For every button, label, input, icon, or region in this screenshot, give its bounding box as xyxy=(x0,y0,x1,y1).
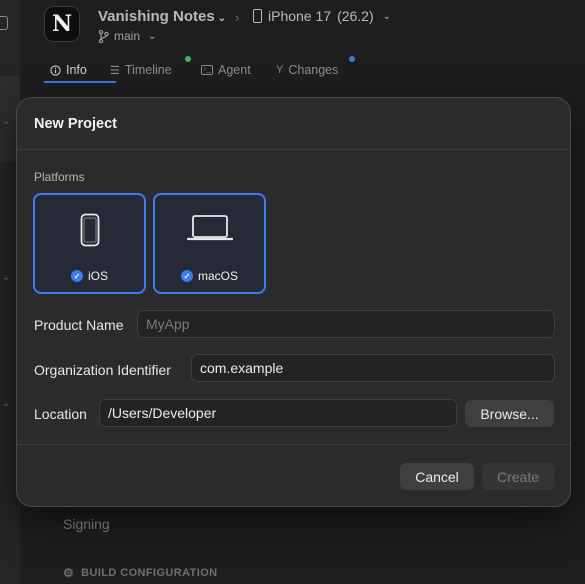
organization-identifier-label: Organization Identifier xyxy=(34,362,171,378)
chevron-down-icon: ⌄ xyxy=(217,13,227,24)
product-name-label: Product Name xyxy=(34,317,124,333)
checkmark-icon: ✓ xyxy=(70,270,83,282)
tab-label: Agent xyxy=(218,63,251,77)
branch-merge-icon: Y xyxy=(276,64,284,76)
tab-changes[interactable]: Y Changes xyxy=(276,63,338,77)
terminal-icon: ›_ xyxy=(201,65,213,75)
project-name: Vanishing Notes xyxy=(98,8,215,25)
project-selector[interactable]: Vanishing Notes ⌄ xyxy=(98,8,226,25)
tab-label: Timeline xyxy=(124,63,172,77)
app-icon: N xyxy=(44,6,80,42)
platform-label: ✓ macOS xyxy=(155,269,264,283)
platform-card-macos[interactable]: ✓ macOS xyxy=(153,193,266,294)
chevron-down-icon: ⌄ xyxy=(148,30,157,42)
create-button[interactable]: Create xyxy=(482,463,554,490)
laptop-icon xyxy=(186,215,233,241)
toolbar: N Vanishing Notes ⌄ main ⌄ › iPhone 17 (26… xyxy=(20,0,585,54)
browse-button[interactable]: Browse... xyxy=(465,400,554,427)
dialog-title: New Project xyxy=(17,98,570,150)
status-dot-green xyxy=(185,56,191,62)
chevron-right-icon: › xyxy=(235,10,240,25)
location-label: Location xyxy=(34,406,87,422)
gear-icon: ⚙ xyxy=(63,566,75,580)
app-window: ⌄ ⌄ ⌄ N Vanishing Notes ⌄ main ⌄ › iPhone … xyxy=(0,0,585,584)
iphone-icon xyxy=(253,9,262,23)
tab-bar: Info ☰ Timeline ›_ Agent Y Changes xyxy=(20,54,585,88)
tab-timeline[interactable]: ☰ Timeline xyxy=(110,63,172,77)
os-version: (26.2) xyxy=(337,8,374,24)
platforms-label: Platforms xyxy=(34,170,85,184)
iphone-icon xyxy=(80,213,99,247)
tab-agent[interactable]: ›_ Agent xyxy=(201,63,251,77)
location-input[interactable] xyxy=(99,399,457,427)
footer-divider xyxy=(17,444,570,445)
status-dot-blue xyxy=(349,56,355,62)
chevron-down-icon: ⌄ xyxy=(382,10,392,22)
platform-card-ios[interactable]: ✓ iOS xyxy=(33,193,146,294)
sidebar-toggle-icon[interactable] xyxy=(0,16,8,30)
tab-info[interactable]: Info xyxy=(50,63,87,77)
chevron-down-icon[interactable]: ⌄ xyxy=(2,398,10,409)
branch-name: main xyxy=(114,29,141,43)
new-project-dialog: New Project Platforms ✓ iOS ✓ macOS Prod… xyxy=(16,97,571,507)
section-signing[interactable]: Signing xyxy=(63,516,110,532)
branch-selector[interactable]: main ⌄ xyxy=(98,29,156,43)
checkmark-icon: ✓ xyxy=(180,270,193,282)
platform-name: iOS xyxy=(87,269,108,283)
organization-identifier-input[interactable] xyxy=(191,354,555,382)
chevron-down-icon[interactable]: ⌄ xyxy=(2,272,10,283)
chevron-down-icon[interactable]: ⌄ xyxy=(2,116,10,127)
tab-label: Changes xyxy=(288,63,339,77)
section-title: BUILD CONFIGURATION xyxy=(81,567,218,579)
info-circle-icon xyxy=(50,64,61,76)
app-icon-letter: N xyxy=(51,11,73,37)
tab-label: Info xyxy=(66,63,87,77)
platform-label: ✓ iOS xyxy=(35,269,144,283)
platform-name: macOS xyxy=(197,269,238,283)
section-build-configuration[interactable]: ⚙ BUILD CONFIGURATION xyxy=(63,566,218,580)
list-icon: ☰ xyxy=(110,64,120,77)
git-branch-icon xyxy=(98,29,109,43)
tab-active-indicator xyxy=(44,81,116,83)
device-selector[interactable]: iPhone 17 (26.2) ⌄ xyxy=(253,8,391,24)
device-name: iPhone 17 xyxy=(268,8,332,24)
product-name-input[interactable] xyxy=(137,310,555,338)
cancel-button[interactable]: Cancel xyxy=(400,463,474,490)
